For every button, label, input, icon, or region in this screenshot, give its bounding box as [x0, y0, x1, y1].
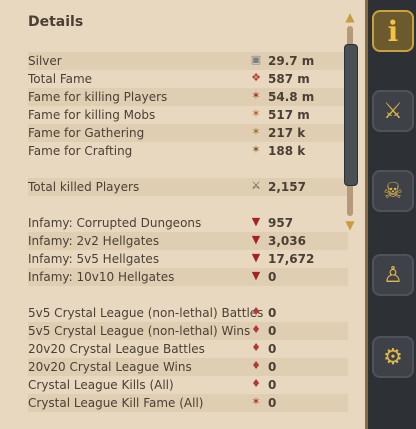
- stat-value: 17,672: [268, 252, 315, 266]
- stat-label: Crystal League Kill Fame (All): [28, 396, 204, 410]
- infamy-icon: ▼: [251, 269, 261, 282]
- stat-row-silver: Silver ▣ 29.7 m: [28, 52, 348, 70]
- sidebar: i ⚔ ☠ ♙ ⚙: [368, 0, 416, 429]
- silver-icon: ▣: [250, 53, 262, 66]
- stat-row-cl20-battles: 20v20 Crystal League Battles ♦ 0: [28, 340, 348, 358]
- stat-label: Infamy: 10v10 Hellgates: [28, 270, 175, 284]
- stat-label: Fame for Crafting: [28, 144, 133, 158]
- stat-row-killed-players: Total killed Players ⚔ 2,157: [28, 178, 348, 196]
- stat-label: 5v5 Crystal League (non-lethal) Wins: [28, 324, 251, 338]
- stat-label: Infamy: 5v5 Hellgates: [28, 252, 160, 266]
- stat-row-cl5-wins: 5v5 Crystal League (non-lethal) Wins ♦ 0: [28, 322, 348, 340]
- crystal-icon: ♦: [251, 341, 261, 354]
- combat-tab-button[interactable]: ⚔: [372, 90, 414, 132]
- globe-swords-icon: ⚙: [383, 344, 403, 370]
- scrollbar[interactable]: ▲ ▼: [341, 10, 359, 232]
- stat-row-cl-kills: Crystal League Kills (All) ♦ 0: [28, 376, 348, 394]
- stat-row-fame-crafting: Fame for Crafting ✶ 188 k: [28, 142, 348, 160]
- stat-label: 20v20 Crystal League Wins: [28, 360, 192, 374]
- stat-label: Fame for killing Players: [28, 90, 168, 104]
- stat-label: Crystal League Kills (All): [28, 378, 174, 392]
- stat-value: 0: [268, 360, 277, 374]
- info-icon: i: [387, 14, 399, 48]
- achievements-tab-button[interactable]: ♙: [372, 254, 414, 296]
- crossed-swords-icon: ⚔: [383, 98, 403, 124]
- crystal-icon: ♦: [251, 377, 261, 390]
- crystal-fame-icon: ✶: [251, 395, 261, 408]
- swords-icon: ⚔: [251, 179, 261, 192]
- stat-row-infamy-dungeons: Infamy: Corrupted Dungeons ▼ 957: [28, 214, 348, 232]
- info-tab-button[interactable]: i: [372, 10, 414, 52]
- scroll-thumb[interactable]: [344, 44, 358, 186]
- stat-row-cl-kill-fame: Crystal League Kill Fame (All) ✶ 0: [28, 394, 348, 412]
- world-tab-button[interactable]: ⚙: [372, 336, 414, 378]
- stat-value: 2,157: [268, 180, 306, 194]
- stat-value: 29.7 m: [268, 54, 315, 68]
- crystal-icon: ♦: [251, 323, 261, 336]
- crystal-icon: ♦: [251, 359, 261, 372]
- stat-value: 217 k: [268, 126, 306, 140]
- gathering-fame-icon: ✶: [251, 125, 261, 138]
- pvp-tab-button[interactable]: ☠: [372, 170, 414, 212]
- stat-value: 0: [268, 270, 277, 284]
- stat-value: 0: [268, 396, 277, 410]
- fame-icon: ❖: [251, 71, 261, 84]
- stat-value: 54.8 m: [268, 90, 315, 104]
- stat-value: 587 m: [268, 72, 310, 86]
- stat-label: 5v5 Crystal League (non-lethal) Battles: [28, 306, 264, 320]
- stat-label: Fame for Gathering: [28, 126, 145, 140]
- skull-crossbones-icon: ☠: [383, 178, 403, 204]
- stat-row-fame-players: Fame for killing Players ✶ 54.8 m: [28, 88, 348, 106]
- crystal-icon: ♦: [251, 305, 261, 318]
- stat-value: 0: [268, 342, 277, 356]
- stat-value: 0: [268, 306, 277, 320]
- stat-row-fame-gathering: Fame for Gathering ✶ 217 k: [28, 124, 348, 142]
- stat-label: Total killed Players: [28, 180, 140, 194]
- stat-row-infamy-2v2: Infamy: 2v2 Hellgates ▼ 3,036: [28, 232, 348, 250]
- stat-row-fame-mobs: Fame for killing Mobs ✶ 517 m: [28, 106, 348, 124]
- stat-row-cl5-battles: 5v5 Crystal League (non-lethal) Battles …: [28, 304, 348, 322]
- stat-value: 0: [268, 324, 277, 338]
- infamy-icon: ▼: [251, 215, 261, 228]
- stat-value: 0: [268, 378, 277, 392]
- stat-value: 517 m: [268, 108, 310, 122]
- stat-value: 3,036: [268, 234, 306, 248]
- panel-title: Details: [28, 14, 84, 30]
- stat-label: Total Fame: [28, 72, 93, 86]
- stat-value: 957: [268, 216, 294, 230]
- stat-label: Infamy: Corrupted Dungeons: [28, 216, 202, 230]
- infamy-icon: ▼: [251, 233, 261, 246]
- trophy-icon: ♙: [383, 262, 403, 288]
- stat-row-infamy-5v5: Infamy: 5v5 Hellgates ▼ 17,672: [28, 250, 348, 268]
- pvp-fame-icon: ✶: [251, 89, 261, 102]
- stat-label: Fame for killing Mobs: [28, 108, 156, 122]
- scroll-down-icon[interactable]: ▼: [341, 218, 359, 232]
- infamy-icon: ▼: [251, 251, 261, 264]
- stat-label: Infamy: 2v2 Hellgates: [28, 234, 160, 248]
- crafting-fame-icon: ✶: [251, 143, 261, 156]
- stat-label: 20v20 Crystal League Battles: [28, 342, 205, 356]
- stat-label: Silver: [28, 54, 62, 68]
- stat-value: 188 k: [268, 144, 306, 158]
- scroll-up-icon[interactable]: ▲: [341, 10, 359, 24]
- details-panel: Details Silver ▣ 29.7 m Total Fame ❖ 587…: [0, 0, 368, 429]
- stat-row-cl20-wins: 20v20 Crystal League Wins ♦ 0: [28, 358, 348, 376]
- pve-fame-icon: ✶: [251, 107, 261, 120]
- stat-row-infamy-10v10: Infamy: 10v10 Hellgates ▼ 0: [28, 268, 348, 286]
- stat-row-total-fame: Total Fame ❖ 587 m: [28, 70, 348, 88]
